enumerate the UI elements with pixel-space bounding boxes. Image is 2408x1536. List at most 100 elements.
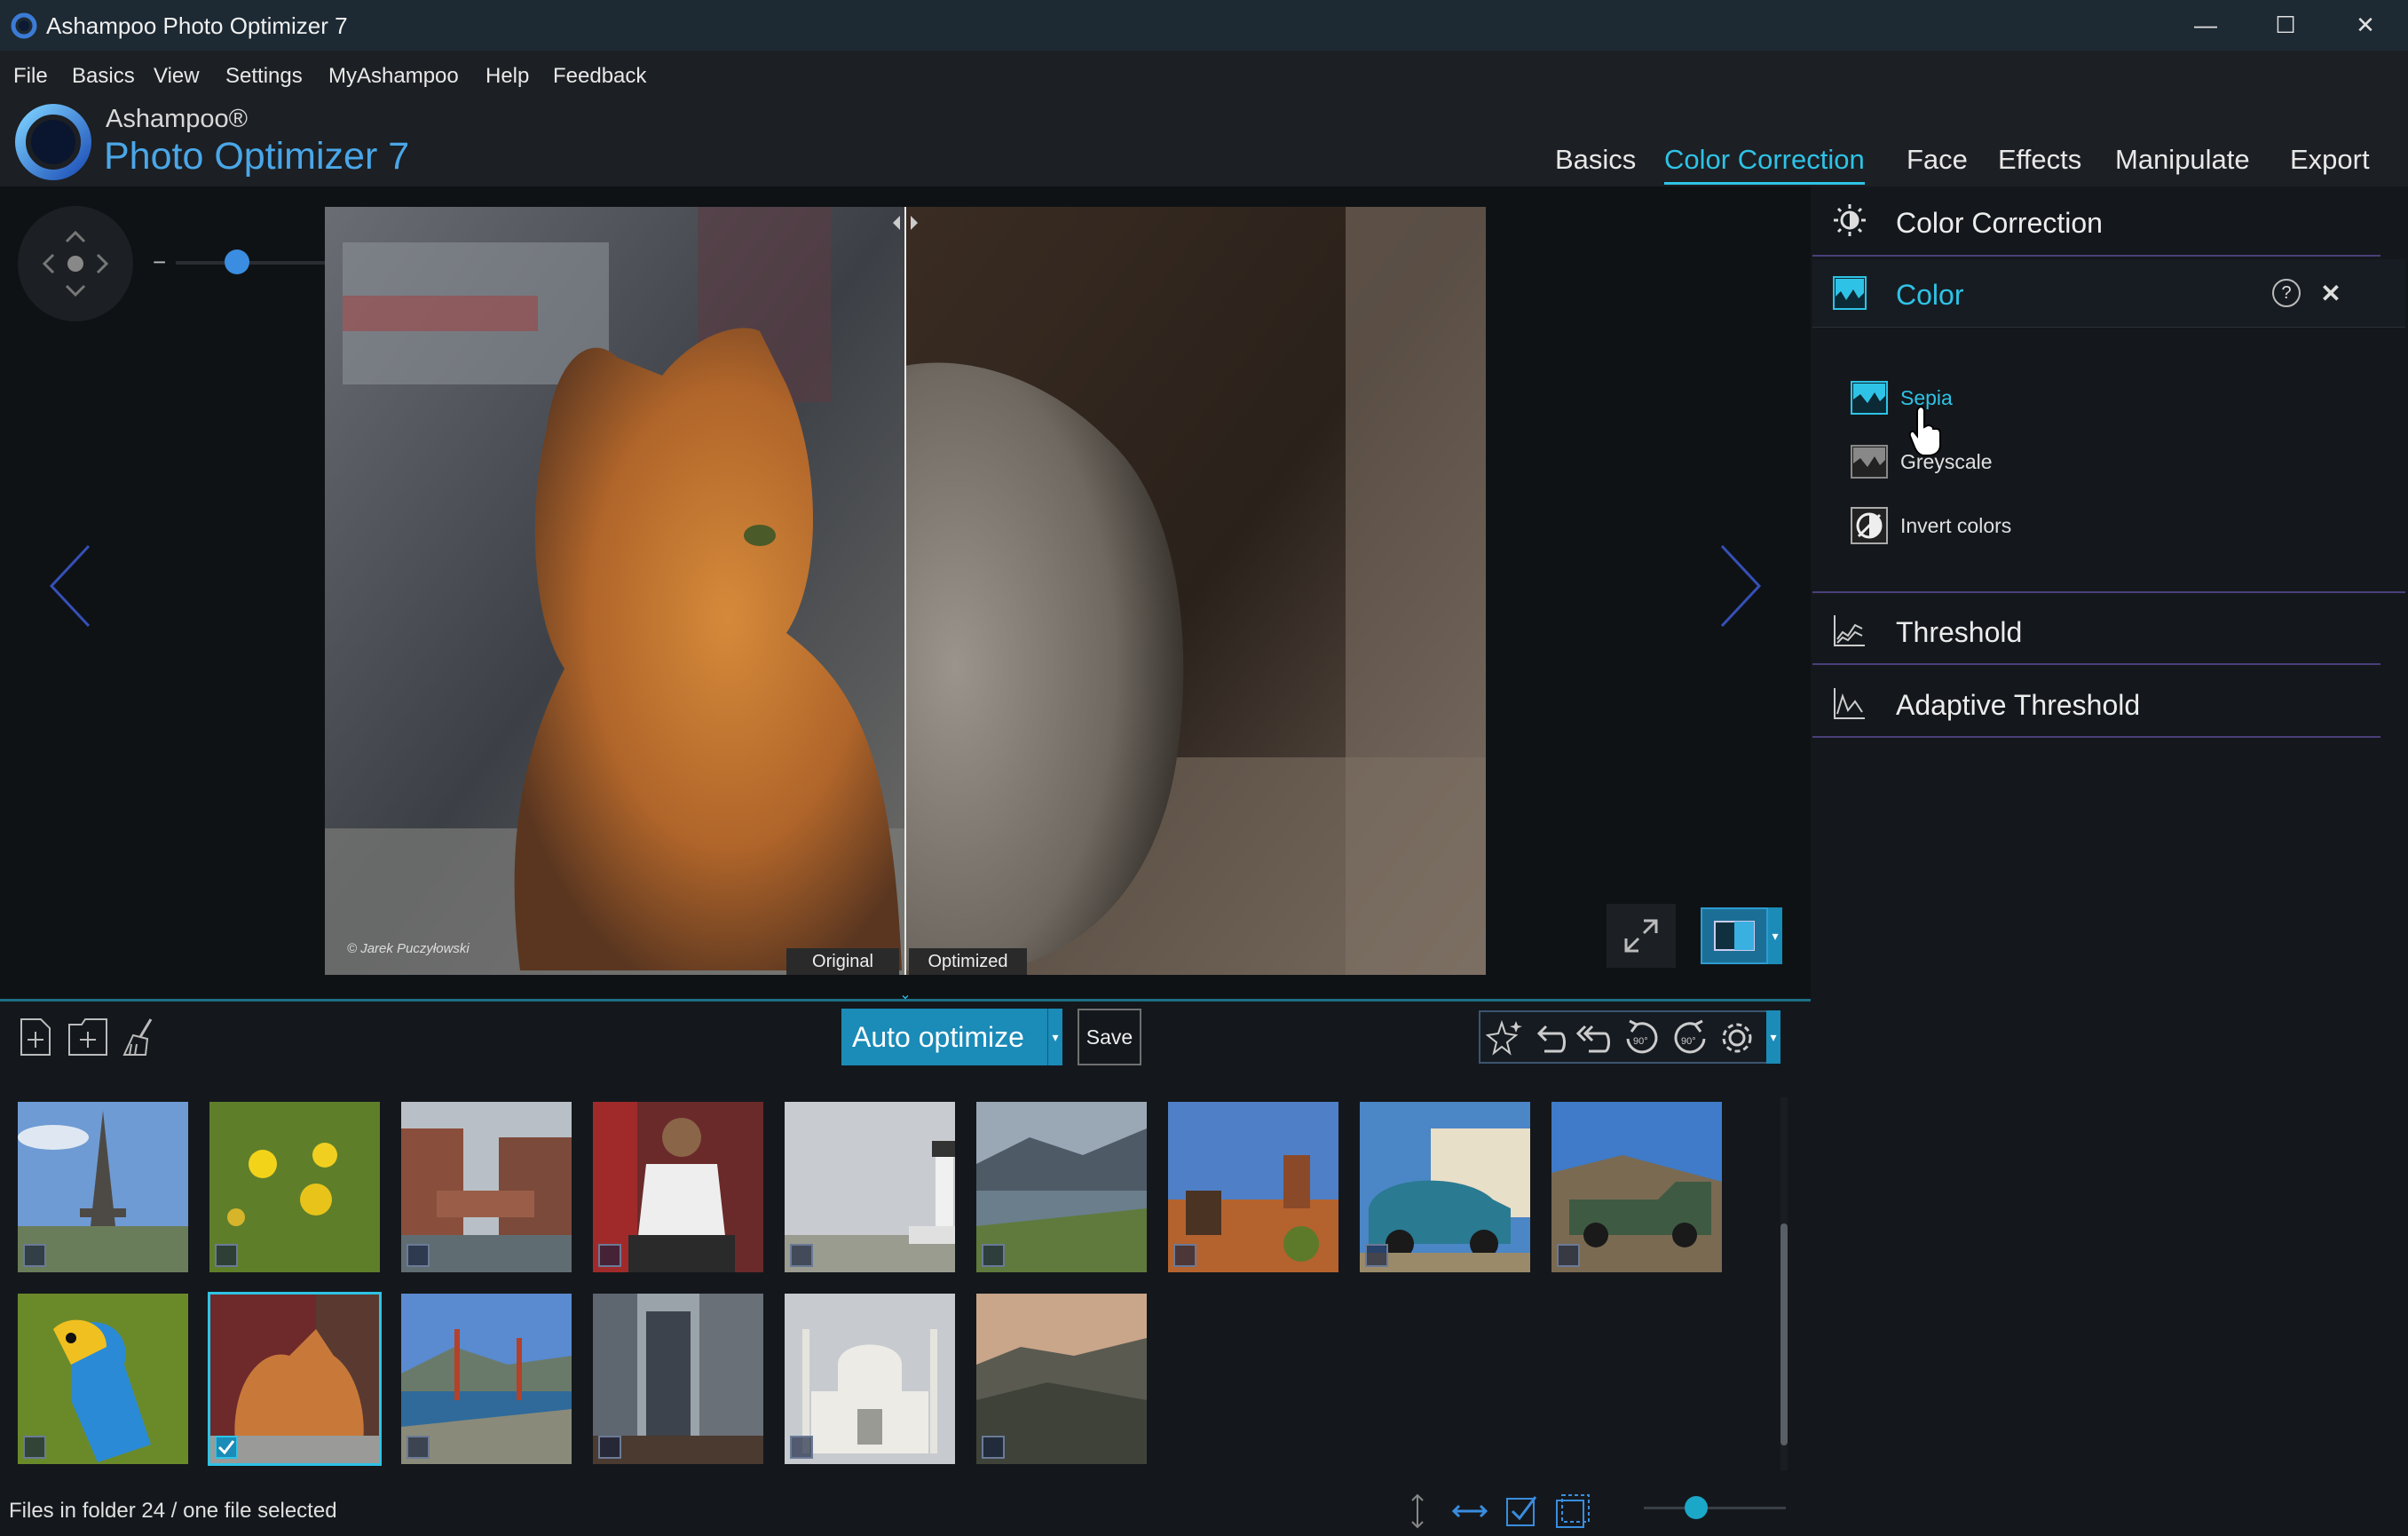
pan-control[interactable] (18, 206, 133, 321)
tab-export[interactable]: Export (2290, 144, 2370, 176)
thumbnail-checkbox[interactable] (23, 1436, 46, 1459)
svg-text:90°: 90° (1633, 1036, 1648, 1047)
thumbnail-checkbox-checked[interactable] (215, 1436, 238, 1459)
thumbnail[interactable] (1168, 1102, 1338, 1272)
thumbnail-checkbox[interactable] (1557, 1244, 1580, 1267)
tab-color-correction[interactable]: Color Correction (1664, 144, 1865, 185)
select-all-icon[interactable] (1504, 1492, 1541, 1529)
tab-effects[interactable]: Effects (1998, 144, 2081, 176)
thumbnail[interactable] (1360, 1102, 1530, 1272)
auto-optimize-button[interactable]: Auto optimize (841, 1009, 1062, 1065)
thumbnail-checkbox[interactable] (790, 1436, 813, 1459)
settings-gear-icon[interactable] (1717, 1017, 1757, 1058)
logo-brand: Ashampoo® (106, 105, 249, 133)
thumbnail-checkbox[interactable] (23, 1244, 46, 1267)
thumbnail[interactable] (593, 1294, 763, 1464)
compare-dropdown-icon[interactable]: ▾ (1768, 907, 1782, 964)
thumbnail-checkbox[interactable] (598, 1436, 621, 1459)
thumbnail[interactable] (209, 1102, 380, 1272)
menu-file[interactable]: File (13, 64, 48, 89)
divider (1812, 591, 2405, 593)
menu-basics[interactable]: Basics (72, 64, 135, 89)
thumbnail-size-slider-track[interactable] (1644, 1507, 1786, 1509)
section-title-color-correction[interactable]: Color Correction (1896, 207, 2103, 240)
hand-cursor-icon (1908, 404, 1944, 457)
menu-view[interactable]: View (154, 64, 200, 89)
label-original: Original (786, 948, 899, 975)
thumbnail-checkbox[interactable] (982, 1244, 1005, 1267)
tools-dropdown-icon[interactable]: ▾ (1766, 1010, 1780, 1064)
next-image-arrow-icon[interactable] (1713, 542, 1766, 630)
thumbnail[interactable] (401, 1294, 572, 1464)
app-icon (11, 12, 37, 39)
greyscale-option[interactable]: Greyscale (1900, 450, 1993, 474)
thumbnail[interactable] (976, 1102, 1147, 1272)
thumbnail[interactable] (785, 1102, 955, 1272)
thumbnail-checkbox[interactable] (1173, 1244, 1196, 1267)
filmstrip-scrollbar-thumb[interactable] (1780, 1223, 1788, 1445)
menu-help[interactable]: Help (486, 64, 529, 89)
menu-feedback[interactable]: Feedback (553, 64, 646, 89)
save-button[interactable]: Save (1078, 1009, 1141, 1065)
label-optimized: Optimized (909, 948, 1027, 975)
thumbnail[interactable] (976, 1294, 1147, 1464)
compare-view-button[interactable] (1701, 907, 1768, 964)
color-correction-section-icon (1832, 202, 1867, 238)
title-bar: Ashampoo Photo Optimizer 7 — ☐ ✕ (0, 0, 2408, 51)
tab-face[interactable]: Face (1907, 144, 1968, 176)
add-folder-icon[interactable] (67, 1017, 108, 1057)
svg-text:90°: 90° (1681, 1036, 1696, 1047)
thumbnail-checkbox[interactable] (982, 1436, 1005, 1459)
thumbnail-checkbox[interactable] (1365, 1244, 1388, 1267)
thumbnail-checkbox[interactable] (215, 1244, 238, 1267)
tab-manipulate[interactable]: Manipulate (2115, 144, 2250, 176)
magic-stars-icon[interactable] (1484, 1017, 1525, 1058)
auto-optimize-dropdown-icon[interactable]: ▾ (1047, 1009, 1062, 1065)
menu-settings[interactable]: Settings (225, 64, 303, 89)
collapse-chevron-icon[interactable]: ⌄ (888, 987, 923, 1002)
invert-colors-option[interactable]: Invert colors (1900, 514, 2011, 538)
close-button[interactable]: ✕ (2325, 0, 2405, 51)
thumbnail-selected[interactable] (208, 1292, 382, 1466)
thumbnail[interactable] (1551, 1102, 1722, 1272)
thumbnail-checkbox[interactable] (407, 1436, 430, 1459)
minimize-button[interactable]: — (2166, 0, 2246, 51)
thumbnail-size-slider-handle[interactable] (1685, 1496, 1708, 1519)
deselect-all-icon[interactable] (1553, 1492, 1592, 1531)
thumbnail[interactable] (401, 1102, 572, 1272)
zoom-minus[interactable]: − (153, 249, 166, 276)
menu-myashampoo[interactable]: MyAshampoo (328, 64, 459, 89)
adaptive-threshold-section[interactable]: Adaptive Threshold (1896, 689, 2140, 722)
maximize-button[interactable]: ☐ (2246, 0, 2325, 51)
clear-list-broom-icon[interactable] (121, 1017, 160, 1057)
thumbnail-checkbox[interactable] (407, 1244, 430, 1267)
close-section-icon[interactable]: ✕ (2315, 277, 2347, 309)
fullscreen-icon[interactable] (1607, 904, 1676, 968)
fit-horizontal-icon[interactable] (1450, 1495, 1489, 1527)
thumbnail[interactable] (18, 1294, 188, 1464)
greyscale-icon (1850, 444, 1889, 479)
help-icon[interactable]: ? (2272, 279, 2301, 307)
divider (1812, 736, 2380, 738)
status-text: Files in folder 24 / one file selected (9, 1499, 337, 1523)
invert-colors-icon (1850, 506, 1889, 545)
undo-icon[interactable] (1528, 1017, 1569, 1058)
add-file-icon[interactable] (18, 1017, 53, 1057)
undo-all-icon[interactable] (1573, 1017, 1614, 1058)
divider (1812, 255, 2380, 257)
rotate-left-90-icon[interactable]: 90° (1619, 1017, 1663, 1058)
fit-vertical-icon[interactable] (1404, 1492, 1431, 1531)
thumbnail[interactable] (785, 1294, 955, 1464)
zoom-slider-handle[interactable] (225, 249, 249, 274)
threshold-section[interactable]: Threshold (1896, 616, 2022, 649)
tab-basics[interactable]: Basics (1555, 144, 1636, 176)
rotate-right-90-icon[interactable]: 90° (1669, 1017, 1713, 1058)
thumbnail-checkbox[interactable] (598, 1244, 621, 1267)
color-section-title[interactable]: Color (1896, 279, 1963, 312)
window-title: Ashampoo Photo Optimizer 7 (46, 12, 348, 39)
color-section-icon (1832, 275, 1867, 311)
thumbnail[interactable] (18, 1102, 188, 1272)
previous-image-arrow-icon[interactable] (44, 542, 98, 630)
thumbnail[interactable] (593, 1102, 763, 1272)
thumbnail-checkbox[interactable] (790, 1244, 813, 1267)
